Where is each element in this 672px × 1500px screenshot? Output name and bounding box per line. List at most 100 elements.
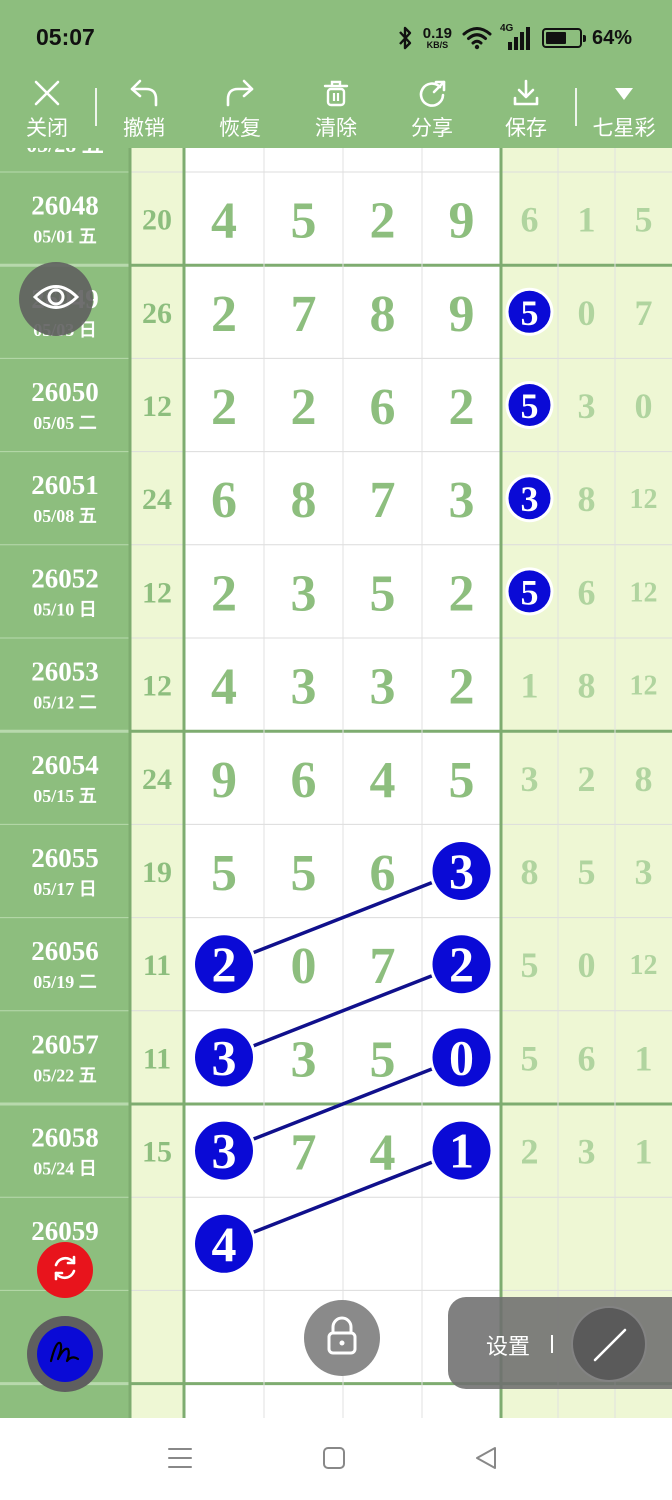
redo-label: 恢复 <box>219 117 261 140</box>
tail-digit-cell: 12 <box>630 671 658 702</box>
net-speed: 0.19 KB/S <box>423 26 452 50</box>
menu-button[interactable] <box>160 1442 200 1478</box>
digit-cell: 6 <box>211 472 237 529</box>
digit-cell: 2 <box>449 659 475 716</box>
digit-cell: 5 <box>370 565 396 622</box>
refresh-button[interactable] <box>37 1242 93 1298</box>
issue-date: 05/22 五 <box>33 1065 97 1085</box>
tail-digit-cell: 5 <box>578 852 596 892</box>
issue-number: 26056 <box>31 936 99 966</box>
digit-cell: 7 <box>291 286 317 343</box>
tail-digit-cell: 1 <box>635 1132 653 1172</box>
net-speed-value: 0.19 <box>422 25 452 42</box>
issue-number: 26048 <box>31 191 99 221</box>
share-icon <box>416 76 448 110</box>
marked-digit: 2 <box>449 936 474 992</box>
issue-number: 26053 <box>31 657 99 687</box>
toolbar-divider <box>95 88 97 126</box>
tail-digit-cell: 0 <box>578 945 596 985</box>
status-icons: 0.19 KB/S 4G 64% <box>397 20 632 56</box>
digit-cell: 0 <box>291 938 317 995</box>
digit-cell: 3 <box>449 472 475 529</box>
digit-cell: 2 <box>211 565 237 622</box>
issue-date: 05/08 五 <box>33 506 97 526</box>
settings-button[interactable]: 设置 <box>486 1329 530 1361</box>
tail-digit-cell: 7 <box>635 293 653 333</box>
digit-cell: 9 <box>449 286 475 343</box>
digit-cell: 3 <box>291 1031 317 1088</box>
tail-digit-cell: 8 <box>578 479 596 519</box>
close-icon <box>33 76 61 110</box>
status-bar: 05:07 0.19 KB/S 4G 64% <box>0 0 672 76</box>
home-button[interactable] <box>314 1442 354 1478</box>
trend-chart[interactable]: 05/28 五2604805/01 五2045296152604905/03 日… <box>0 148 672 1418</box>
marked-digit: 1 <box>449 1123 474 1179</box>
marked-digit: 3 <box>449 843 474 899</box>
triangle-down-icon <box>613 76 635 110</box>
tail-digit-cell: 3 <box>578 1132 596 1172</box>
redo-button[interactable]: 恢复 <box>214 76 266 148</box>
tail-digit-cell: 12 <box>630 950 658 981</box>
tail-digit-cell: 1 <box>578 200 596 240</box>
issue-date: 05/12 二 <box>33 693 97 713</box>
sum-value: 24 <box>142 763 172 796</box>
lottery-type-dropdown[interactable]: 七星彩 <box>586 76 662 148</box>
sum-value: 24 <box>142 483 172 516</box>
clear-button[interactable]: 清除 <box>310 76 362 148</box>
tail-digit-cell: 0 <box>635 386 653 426</box>
undo-label: 撤销 <box>123 117 165 140</box>
share-label: 分享 <box>411 117 453 140</box>
digit-cell: 7 <box>370 938 396 995</box>
digit-cell: 5 <box>449 752 475 809</box>
toolbar-divider <box>575 88 577 126</box>
back-button[interactable] <box>466 1442 506 1478</box>
digit-cell: 2 <box>449 565 475 622</box>
sum-value: 11 <box>143 949 171 982</box>
trash-icon <box>322 76 350 110</box>
share-button[interactable]: 分享 <box>406 76 458 148</box>
digit-cell: 4 <box>370 752 396 809</box>
issue-date: 05/24 日 <box>33 1159 97 1179</box>
issue-date: 05/19 二 <box>33 972 97 992</box>
save-button[interactable]: 保存 <box>500 76 552 148</box>
marked-digit: 3 <box>212 1123 237 1179</box>
pen-color-button[interactable] <box>27 1316 103 1392</box>
issue-number: 26058 <box>31 1123 99 1153</box>
undo-button[interactable]: 撤销 <box>118 76 170 148</box>
close-button[interactable]: 关闭 <box>22 76 72 148</box>
issue-number: 26051 <box>31 470 99 500</box>
digit-cell: 6 <box>370 379 396 436</box>
digit-cell: 7 <box>370 472 396 529</box>
sum-value: 12 <box>142 390 172 423</box>
marked-digit: 3 <box>521 479 539 519</box>
sum-value: 11 <box>143 1042 171 1075</box>
sum-value: 19 <box>142 856 172 889</box>
tail-digit-cell: 6 <box>578 572 596 612</box>
tail-digit-cell: 0 <box>578 293 596 333</box>
tail-digit-cell: 5 <box>521 1038 539 1078</box>
digit-cell: 2 <box>291 379 317 436</box>
issue-number: 26055 <box>31 843 99 873</box>
digit-cell: 3 <box>370 659 396 716</box>
trend-grid[interactable]: 05/28 五2604805/01 五2045296152604905/03 日… <box>0 148 672 1418</box>
digit-cell: 3 <box>291 565 317 622</box>
toggle-visibility-button[interactable] <box>19 262 93 336</box>
digit-cell: 2 <box>211 286 237 343</box>
sum-value: 20 <box>142 204 172 237</box>
issue-date: 05/05 二 <box>33 413 97 433</box>
digit-cell: 5 <box>211 845 237 902</box>
undo-icon <box>128 76 160 110</box>
settings-divider <box>551 1335 553 1353</box>
close-label: 关闭 <box>26 117 68 140</box>
digit-cell: 4 <box>370 1125 396 1182</box>
navigation-bar <box>0 1418 672 1500</box>
marked-digit: 0 <box>449 1029 474 1085</box>
lock-button[interactable] <box>304 1300 380 1376</box>
menu-icon <box>167 1446 193 1475</box>
issue-date: 05/10 日 <box>33 599 97 619</box>
digit-cell: 2 <box>370 193 396 250</box>
draw-line-button[interactable] <box>571 1306 647 1382</box>
battery-percent: 64% <box>591 26 632 49</box>
bluetooth-icon <box>397 25 413 51</box>
digit-cell: 9 <box>449 193 475 250</box>
